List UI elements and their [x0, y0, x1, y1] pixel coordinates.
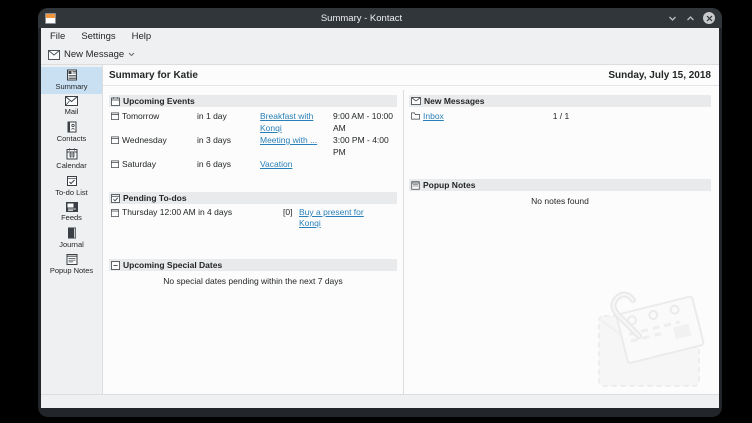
- todo-item-icon: [111, 209, 119, 217]
- todo-progress: [0]: [283, 207, 299, 218]
- event-icon: [111, 112, 119, 120]
- event-when: in 1 day: [197, 110, 260, 122]
- new-message-button[interactable]: New Message: [48, 49, 135, 60]
- sidebar-item-label: Popup Notes: [50, 266, 93, 275]
- sidebar-item-label: Summary: [55, 82, 87, 91]
- todo-icon: [111, 194, 120, 203]
- sidebar-item-calendar[interactable]: Calendar: [41, 146, 102, 173]
- summary-icon: [66, 69, 78, 81]
- sidebar-item-popup-notes[interactable]: Popup Notes: [41, 252, 102, 278]
- event-time: 9:00 AM - 10:00 AM: [333, 110, 397, 134]
- header-date: Sunday, July 15, 2018: [608, 70, 711, 81]
- chevron-up-icon: [686, 14, 695, 23]
- sidebar-item-feeds[interactable]: Feeds: [41, 200, 102, 225]
- chevron-down-icon: [668, 14, 677, 23]
- kontact-window: Summary - Kontact File Settings Help: [38, 8, 722, 417]
- upcoming-events-panel: Upcoming Events Tomorrow in 1 day Breakf…: [109, 95, 397, 170]
- sidebar-item-label: Feeds: [61, 213, 82, 222]
- sidebar-item-summary[interactable]: Summary: [41, 67, 102, 94]
- panel-title: New Messages: [424, 96, 484, 106]
- sidebar-item-contacts[interactable]: Contacts: [41, 119, 102, 146]
- journal-icon: [66, 227, 78, 239]
- calendar-icon: [111, 97, 120, 106]
- close-icon: [706, 15, 713, 22]
- note-icon: [411, 181, 420, 190]
- close-button[interactable]: [703, 12, 715, 24]
- special-dates-empty-text: No special dates pending within the next…: [109, 274, 397, 286]
- page-title: Summary for Katie: [109, 70, 198, 81]
- event-day: Tomorrow: [122, 110, 159, 122]
- panel-title: Popup Notes: [423, 180, 475, 190]
- panel-title: Pending To-dos: [123, 193, 187, 203]
- event-icon: [111, 136, 119, 144]
- event-link[interactable]: Meeting with ...: [260, 134, 333, 146]
- event-row: Tomorrow in 1 day Breakfast with Konqi 9…: [109, 110, 397, 134]
- sidebar-item-todo-list[interactable]: To-do List: [41, 173, 102, 200]
- pending-todos-panel: Pending To-dos Thursday 12:00 AM in 4 da…: [109, 192, 397, 229]
- todo-link[interactable]: Buy a present for Konqi: [299, 207, 379, 229]
- special-dates-icon: [111, 261, 120, 270]
- kontact-watermark-icon: [585, 282, 713, 392]
- event-when: in 3 days: [197, 134, 260, 146]
- calendar-icon: [66, 148, 78, 160]
- event-link[interactable]: Vacation: [260, 158, 333, 170]
- window-title: Summary - Kontact: [56, 13, 667, 24]
- panel-title: Upcoming Special Dates: [123, 260, 222, 270]
- feeds-icon: [66, 202, 78, 212]
- sidebar-item-journal[interactable]: Journal: [41, 225, 102, 252]
- todo-due-text: Thursday 12:00 AM in 4 days: [122, 207, 232, 218]
- menu-settings[interactable]: Settings: [81, 31, 115, 42]
- event-time: 3:00 PM - 4:00 PM: [333, 134, 397, 158]
- menu-help[interactable]: Help: [132, 31, 152, 42]
- panel-title: Upcoming Events: [123, 96, 195, 106]
- mail-compose-icon: [48, 50, 60, 60]
- sidebar-item-label: Calendar: [56, 161, 86, 170]
- event-day: Saturday: [122, 158, 156, 170]
- toolbar: New Message: [41, 45, 719, 65]
- minimize-button[interactable]: [667, 13, 678, 24]
- popup-notes-empty-text: No notes found: [409, 194, 711, 206]
- new-message-label: New Message: [64, 49, 124, 60]
- event-icon: [111, 160, 119, 168]
- event-row: Wednesday in 3 days Meeting with ... 3:0…: [109, 134, 397, 158]
- event-link[interactable]: Breakfast with Konqi: [260, 110, 333, 134]
- message-count: 1 / 1: [511, 110, 611, 122]
- menubar: File Settings Help: [41, 28, 719, 45]
- dropdown-arrow-icon: [128, 52, 135, 57]
- event-when: in 6 days: [197, 158, 260, 170]
- event-row: Saturday in 6 days Vacation: [109, 158, 397, 170]
- mail-icon: [65, 96, 78, 106]
- app-icon: [45, 13, 56, 24]
- sidebar: Summary Mail: [41, 65, 103, 394]
- new-messages-panel: New Messages Inbox 1 / 1: [409, 95, 711, 122]
- message-folder-row: Inbox 1 / 1: [409, 110, 711, 122]
- event-day: Wednesday: [122, 134, 167, 146]
- inbox-link[interactable]: Inbox: [423, 110, 444, 122]
- popup-notes-panel: Popup Notes No notes found: [409, 179, 711, 206]
- mail-icon: [411, 97, 421, 105]
- summary-view: Summary for Katie Sunday, July 15, 2018: [103, 65, 719, 394]
- statusbar: [41, 394, 719, 408]
- sidebar-item-label: Journal: [59, 240, 84, 249]
- folder-icon: [411, 112, 420, 120]
- popup-notes-icon: [66, 254, 78, 265]
- special-dates-panel: Upcoming Special Dates No special dates …: [109, 259, 397, 286]
- sidebar-item-label: To-do List: [55, 188, 88, 197]
- todo-row: Thursday 12:00 AM in 4 days [0] Buy a pr…: [109, 207, 397, 229]
- titlebar[interactable]: Summary - Kontact: [38, 8, 722, 28]
- todo-list-icon: [66, 175, 78, 187]
- maximize-button[interactable]: [685, 13, 696, 24]
- menu-file[interactable]: File: [50, 31, 65, 42]
- sidebar-item-label: Mail: [65, 107, 79, 116]
- sidebar-item-mail[interactable]: Mail: [41, 94, 102, 119]
- contacts-icon: [66, 121, 78, 133]
- sidebar-item-label: Contacts: [57, 134, 87, 143]
